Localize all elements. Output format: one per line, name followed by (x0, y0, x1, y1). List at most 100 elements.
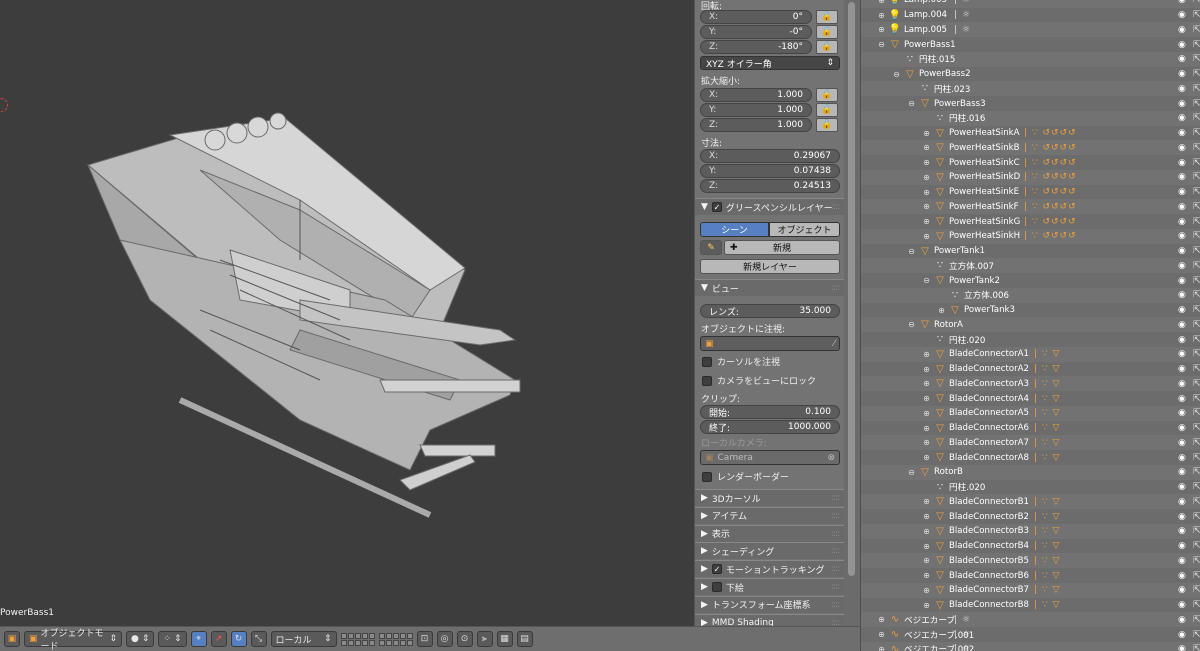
visibility-eye-icon[interactable]: ◉ (1178, 571, 1186, 581)
visibility-eye-icon[interactable]: ◉ (1178, 10, 1186, 20)
orientation-select[interactable]: ローカル ⇕ (270, 631, 337, 647)
rotation-z-lock-icon[interactable]: 🔓 (816, 40, 838, 54)
shading-select[interactable]: ● ⇕ (126, 631, 155, 647)
outliner-item-name[interactable]: PowerTank1 (934, 246, 985, 256)
selectable-arrow-icon[interactable]: ⇱ (1193, 394, 1200, 404)
drag-grip-icon[interactable]: :::: (831, 511, 840, 521)
visibility-eye-icon[interactable]: ◉ (1178, 585, 1186, 595)
outliner-row[interactable]: ⊕ ▽ BladeConnectorB5 | ∵ ▽ ◉ ⇱ (861, 554, 1200, 569)
outliner-item-name[interactable]: PowerTank2 (949, 276, 1000, 286)
expand-icon[interactable]: ⊕ (877, 630, 886, 639)
expand-icon[interactable]: ⊕ (922, 158, 931, 167)
outliner-item-name[interactable]: PowerHeatSinkA (949, 128, 1020, 138)
expand-icon[interactable]: ⊕ (922, 217, 931, 226)
mode-select[interactable]: ▣ オブジェクトモード ⇕ (24, 629, 122, 651)
drag-grip-icon[interactable]: :::: (831, 202, 840, 212)
collapsed-panel-header[interactable]: ▶ トランスフォーム座標系:::: (695, 595, 844, 613)
expand-icon[interactable]: ⊕ (922, 586, 931, 595)
visibility-eye-icon[interactable]: ◉ (1178, 453, 1186, 463)
outliner-item-name[interactable]: 円柱.020 (949, 481, 985, 493)
scale-icon[interactable]: ⤡ (250, 631, 267, 647)
outliner-item-name[interactable]: BladeConnectorA4 (949, 394, 1029, 404)
collapse-icon[interactable]: ⊖ (907, 320, 916, 329)
outliner-row[interactable]: ∵ 円柱.023 ◉ ⇱ (861, 82, 1200, 97)
drag-grip-icon[interactable]: :::: (831, 493, 840, 503)
rotation-x-field[interactable]: X: 0° (700, 10, 812, 24)
expand-icon[interactable]: ⊕ (937, 306, 946, 315)
outliner-row[interactable]: ⊖ ▽ PowerBass2 ◉ ⇱ (861, 66, 1200, 82)
scale-y-lock-icon[interactable]: 🔓 (816, 103, 838, 117)
selectable-arrow-icon[interactable]: ⇱ (1193, 231, 1200, 241)
outliner-row[interactable]: ⊕ ▽ PowerHeatSinkE | ∵ ↺↺↺↺ ◉ ⇱ (861, 184, 1200, 200)
collapse-icon[interactable]: ⊖ (892, 70, 901, 79)
drag-grip-icon[interactable]: :::: (831, 283, 840, 293)
selectable-arrow-icon[interactable]: ⇱ (1193, 541, 1200, 551)
outliner-item-name[interactable]: BladeConnectorA5 (949, 408, 1029, 418)
scale-z-field[interactable]: Z: 1.000 (700, 118, 812, 132)
visibility-eye-icon[interactable]: ◉ (1178, 231, 1186, 241)
proportional-edit-icon[interactable]: ◎ (436, 631, 453, 647)
visibility-eye-icon[interactable]: ◉ (1178, 394, 1186, 404)
selectable-arrow-icon[interactable]: ⇱ (1193, 246, 1200, 256)
visibility-eye-icon[interactable]: ◉ (1178, 84, 1186, 94)
layer-grid-a[interactable] (340, 632, 375, 646)
outliner-row[interactable]: ⊕ ▽ PowerHeatSinkC | ∵ ↺↺↺↺ ◉ ⇱ (861, 155, 1200, 170)
selectable-arrow-icon[interactable]: ⇱ (1193, 202, 1200, 212)
selectable-arrow-icon[interactable]: ⇱ (1193, 320, 1200, 330)
outliner-item-name[interactable]: 立方体.006 (964, 289, 1009, 301)
selectable-arrow-icon[interactable]: ⇱ (1193, 25, 1200, 35)
selectable-arrow-icon[interactable]: ⇱ (1193, 364, 1200, 374)
outliner-item-name[interactable]: 立方体.007 (949, 260, 994, 272)
drag-grip-icon[interactable]: :::: (831, 546, 840, 556)
outliner-row[interactable]: ⊖ ▽ PowerBass1 ◉ ⇱ (861, 37, 1200, 52)
outliner-item-name[interactable]: PowerHeatSinkF (949, 202, 1019, 212)
rotate-icon[interactable]: ↻ (230, 631, 247, 647)
visibility-eye-icon[interactable]: ◉ (1178, 261, 1186, 271)
snap-icon[interactable]: ⊙ (456, 631, 473, 647)
outliner-item-name[interactable]: RotorA (934, 320, 963, 330)
selectable-arrow-icon[interactable]: ⇱ (1193, 290, 1200, 300)
selectable-arrow-icon[interactable]: ⇱ (1193, 305, 1200, 315)
selectable-arrow-icon[interactable]: ⇱ (1193, 379, 1200, 389)
expand-icon[interactable]: ⊕ (922, 497, 931, 506)
snap-element-icon[interactable]: ⫸ (476, 631, 493, 647)
outliner-row[interactable]: ⊕ ▽ PowerHeatSinkF | ∵ ↺↺↺↺ ◉ ⇱ (861, 200, 1200, 215)
expand-icon[interactable]: ⊕ (922, 571, 931, 580)
expand-icon[interactable]: ⊕ (922, 394, 931, 403)
outliner-row[interactable]: ⊖ ▽ PowerBass3 ◉ ⇱ (861, 96, 1200, 111)
expand-icon[interactable]: ⊕ (877, 0, 886, 5)
outliner-item-name[interactable]: 円柱.016 (949, 112, 985, 124)
visibility-eye-icon[interactable]: ◉ (1178, 290, 1186, 300)
editor-type-icon[interactable]: ▣ (4, 631, 20, 647)
selectable-arrow-icon[interactable]: ⇱ (1193, 571, 1200, 581)
selectable-arrow-icon[interactable]: ⇱ (1193, 526, 1200, 536)
visibility-eye-icon[interactable]: ◉ (1178, 172, 1186, 182)
visibility-eye-icon[interactable]: ◉ (1178, 364, 1186, 374)
layer-grid-b[interactable] (378, 632, 413, 646)
visibility-eye-icon[interactable]: ◉ (1178, 423, 1186, 433)
outliner-row[interactable]: ⊕ ▽ PowerHeatSinkA | ∵ ↺↺↺↺ ◉ ⇱ (861, 125, 1200, 141)
outliner-item-name[interactable]: 円柱.020 (949, 334, 985, 346)
visibility-eye-icon[interactable]: ◉ (1178, 320, 1186, 330)
outliner-item-name[interactable]: Lamp.005 (904, 25, 947, 35)
selectable-arrow-icon[interactable]: ⇱ (1193, 0, 1200, 5)
expand-icon[interactable]: ⊕ (922, 542, 931, 551)
outliner-item-name[interactable]: PowerHeatSinkG (949, 217, 1020, 227)
outliner-row[interactable]: ⊕ ▽ BladeConnectorB3 | ∵ ▽ ◉ ⇱ (861, 524, 1200, 539)
outliner-item-name[interactable]: Lamp.003 (904, 0, 947, 5)
outliner-item-name[interactable]: BladeConnectorA6 (949, 423, 1029, 433)
visibility-eye-icon[interactable]: ◉ (1178, 54, 1186, 64)
visibility-eye-icon[interactable]: ◉ (1178, 512, 1186, 522)
outliner-item-name[interactable]: PowerHeatSinkD (949, 172, 1020, 182)
expand-icon[interactable]: ⊕ (922, 438, 931, 447)
expand-icon[interactable]: ⊕ (922, 350, 931, 359)
selectable-arrow-icon[interactable]: ⇱ (1193, 423, 1200, 433)
selectable-arrow-icon[interactable]: ⇱ (1193, 143, 1200, 153)
selectable-arrow-icon[interactable]: ⇱ (1193, 10, 1200, 20)
outliner-row[interactable]: ⊕ ▽ BladeConnectorB1 | ∵ ▽ ◉ ⇱ (861, 495, 1200, 510)
outliner[interactable]: ⊕ 💡 Lamp.003 | ☼ ◉ ⇱ ⊕ 💡 Lamp.004 | ☼ ◉ ⇱ ⊕ 💡 Lamp.005… (860, 0, 1200, 651)
clip-start-field[interactable]: 開始: 0.100 (700, 405, 840, 419)
outliner-row[interactable]: ∵ 立方体.006 ◉ ⇱ (861, 288, 1200, 303)
selectable-arrow-icon[interactable]: ⇱ (1193, 187, 1200, 197)
expand-icon[interactable]: ⊕ (922, 453, 931, 462)
